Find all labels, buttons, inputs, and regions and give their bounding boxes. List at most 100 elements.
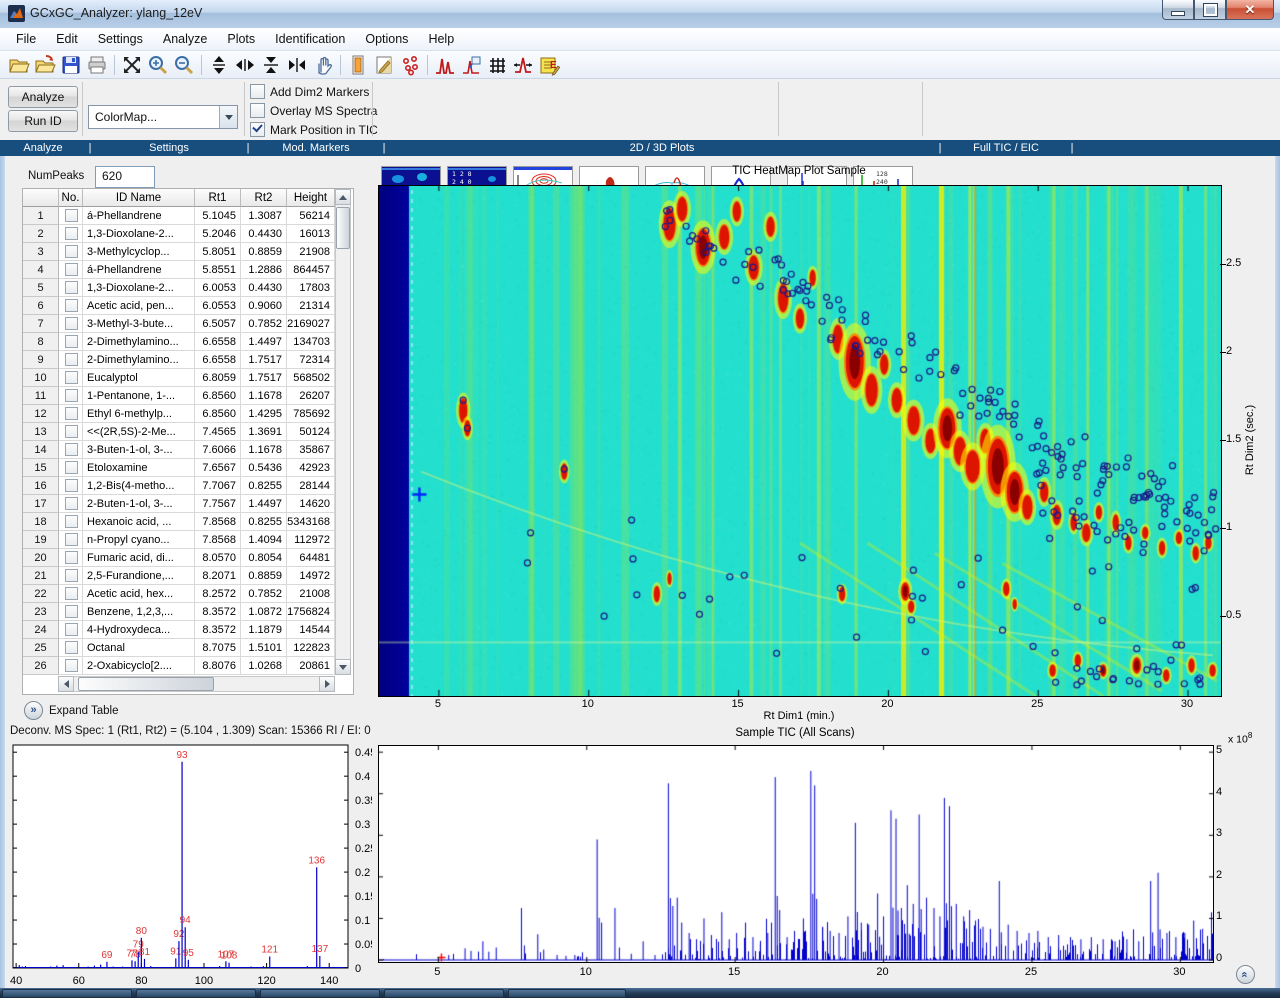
menu-edit[interactable]: Edit <box>46 29 88 49</box>
table-row[interactable]: 161,2-Bis(4-metho...7.70670.825528144 <box>23 477 353 495</box>
column-header-rt2[interactable]: Rt2 <box>241 189 287 207</box>
row-checkbox[interactable] <box>65 479 78 492</box>
taskbar-button[interactable] <box>508 989 626 998</box>
import-file-button[interactable] <box>33 53 57 77</box>
heatmap-canvas[interactable] <box>378 185 1222 697</box>
table-row[interactable]: 143-Buten-1-ol, 3-...7.60661.167835867 <box>23 441 353 459</box>
vscroll-thumb[interactable] <box>336 207 350 249</box>
table-row[interactable]: 1á-Phellandrene5.10451.308756214 <box>23 207 353 225</box>
column-header-rownum[interactable] <box>23 189 59 207</box>
table-row[interactable]: 12Ethyl 6-methylp...6.85601.4295785692 <box>23 405 353 423</box>
taskbar[interactable] <box>0 988 1280 998</box>
table-row[interactable]: 4á-Phellandrene5.85511.2886864457 <box>23 261 353 279</box>
row-checkbox[interactable] <box>65 659 78 672</box>
row-checkbox[interactable] <box>65 605 78 618</box>
row-checkbox[interactable] <box>65 569 78 582</box>
table-row[interactable]: 15Etoloxamine7.65670.543642923 <box>23 459 353 477</box>
tic-canvas[interactable] <box>378 745 1214 963</box>
table-vscrollbar[interactable] <box>335 189 351 675</box>
title-bar[interactable]: GCxGC_Analyzer: ylang_12eV ✕ <box>0 0 1280 29</box>
scroll-down-button[interactable] <box>335 659 351 675</box>
checkbox-overlay-ms-spectra[interactable]: Overlay MS Spectra <box>250 102 378 119</box>
row-checkbox[interactable] <box>65 533 78 546</box>
taskbar-button[interactable] <box>260 989 380 998</box>
row-checkbox[interactable] <box>65 587 78 600</box>
row-checkbox[interactable] <box>65 209 78 222</box>
table-row[interactable]: 92-Dimethylamino...6.65581.751772314 <box>23 351 353 369</box>
row-checkbox[interactable] <box>65 641 78 654</box>
scroll-up-button[interactable] <box>335 189 351 205</box>
zoom-in-button[interactable] <box>146 53 170 77</box>
column-header-rt1[interactable]: Rt1 <box>195 189 241 207</box>
peak-width-button[interactable] <box>511 53 535 77</box>
colormap-dropdown[interactable]: ColorMap... <box>88 105 238 129</box>
table-row[interactable]: 22Acetic acid, hex...8.25720.785221008 <box>23 585 353 603</box>
row-checkbox[interactable] <box>65 425 78 438</box>
column-header-no[interactable]: No. <box>59 189 83 207</box>
minimize-button[interactable] <box>1162 0 1194 20</box>
taskbar-button[interactable] <box>384 989 504 998</box>
row-checkbox[interactable] <box>65 263 78 276</box>
peak-table[interactable]: No.ID NameRt1Rt2Height1á-Phellandrene5.1… <box>22 188 354 695</box>
collapse-panel-button[interactable]: » <box>1236 965 1255 984</box>
peak-trace-button[interactable] <box>433 53 457 77</box>
save-button[interactable] <box>59 53 83 77</box>
table-row[interactable]: 18Hexanoic acid, ...7.85680.82555343168 <box>23 513 353 531</box>
taskbar-button[interactable] <box>136 989 256 998</box>
pan-hand-button[interactable] <box>311 53 335 77</box>
row-checkbox[interactable] <box>65 461 78 474</box>
expand-table-button[interactable]: » Expand Table <box>24 701 118 720</box>
table-row[interactable]: 20Fumaric acid, di...8.05700.805464481 <box>23 549 353 567</box>
table-edit-button[interactable]: E <box>537 53 561 77</box>
table-row[interactable]: 19n-Propyl cyano...7.85681.4094112972 <box>23 531 353 549</box>
open-file-button[interactable] <box>7 53 31 77</box>
collapse-horizontal-button[interactable] <box>285 53 309 77</box>
colorbar-edit-button[interactable] <box>372 53 396 77</box>
row-checkbox[interactable] <box>65 551 78 564</box>
restore-button[interactable] <box>1194 0 1226 20</box>
table-row[interactable]: 244-Hydroxydeca...8.35721.187914544 <box>23 621 353 639</box>
hscroll-thumb[interactable] <box>78 677 214 691</box>
table-row[interactable]: 6Acetic acid, pen...6.05530.906021314 <box>23 297 353 315</box>
table-row[interactable]: 73-Methyl-3-bute...6.50570.78522169027 <box>23 315 353 333</box>
row-checkbox[interactable] <box>65 371 78 384</box>
table-row[interactable]: 262-Oxabicyclo[2....8.80761.026820861 <box>23 657 353 675</box>
scroll-left-button[interactable] <box>58 676 74 692</box>
row-checkbox[interactable] <box>65 353 78 366</box>
row-checkbox[interactable] <box>65 317 78 330</box>
menu-options[interactable]: Options <box>355 29 418 49</box>
row-checkbox[interactable] <box>65 623 78 636</box>
checkbox-mark-position-in-tic[interactable]: Mark Position in TIC <box>250 121 378 138</box>
row-checkbox[interactable] <box>65 515 78 528</box>
row-checkbox[interactable] <box>65 389 78 402</box>
zoom-out-button[interactable] <box>172 53 196 77</box>
scroll-right-button[interactable] <box>319 676 335 692</box>
table-row[interactable]: 82-Dimethylamino...6.65581.4497134703 <box>23 333 353 351</box>
peak-label-button[interactable] <box>459 53 483 77</box>
menu-help[interactable]: Help <box>418 29 464 49</box>
row-checkbox[interactable] <box>65 407 78 420</box>
run-id-button[interactable]: Run ID <box>8 110 78 132</box>
table-row[interactable]: 10Eucalyptol6.80591.7517568502 <box>23 369 353 387</box>
table-row[interactable]: 13<<(2R,5S)-2-Me...7.45651.369150124 <box>23 423 353 441</box>
table-row[interactable]: 33-Methylcyclop...5.80510.885921908 <box>23 243 353 261</box>
grid-button[interactable] <box>485 53 509 77</box>
checkbox-add-dim2-markers[interactable]: Add Dim2 Markers <box>250 83 378 100</box>
scatter-markers-button[interactable] <box>398 53 422 77</box>
table-row[interactable]: 25Octanal8.70751.5101122823 <box>23 639 353 657</box>
row-checkbox[interactable] <box>65 245 78 258</box>
expand-horizontal-button[interactable] <box>233 53 257 77</box>
column-header-height[interactable]: Height <box>287 189 335 207</box>
row-checkbox[interactable] <box>65 497 78 510</box>
expand-vertical-button[interactable] <box>207 53 231 77</box>
menu-plots[interactable]: Plots <box>217 29 265 49</box>
print-button[interactable] <box>85 53 109 77</box>
table-row[interactable]: 212,5-Furandione,...8.20710.885914972 <box>23 567 353 585</box>
menu-identification[interactable]: Identification <box>265 29 355 49</box>
menu-settings[interactable]: Settings <box>88 29 153 49</box>
table-row[interactable]: 23Benzene, 1,2,3,...8.35721.08721756824 <box>23 603 353 621</box>
numpeaks-field[interactable]: 620 <box>95 166 155 188</box>
colorbar-button[interactable] <box>346 53 370 77</box>
column-header-id-name[interactable]: ID Name <box>83 189 195 207</box>
table-row[interactable]: 51,3-Dioxolane-2...6.00530.443017803 <box>23 279 353 297</box>
